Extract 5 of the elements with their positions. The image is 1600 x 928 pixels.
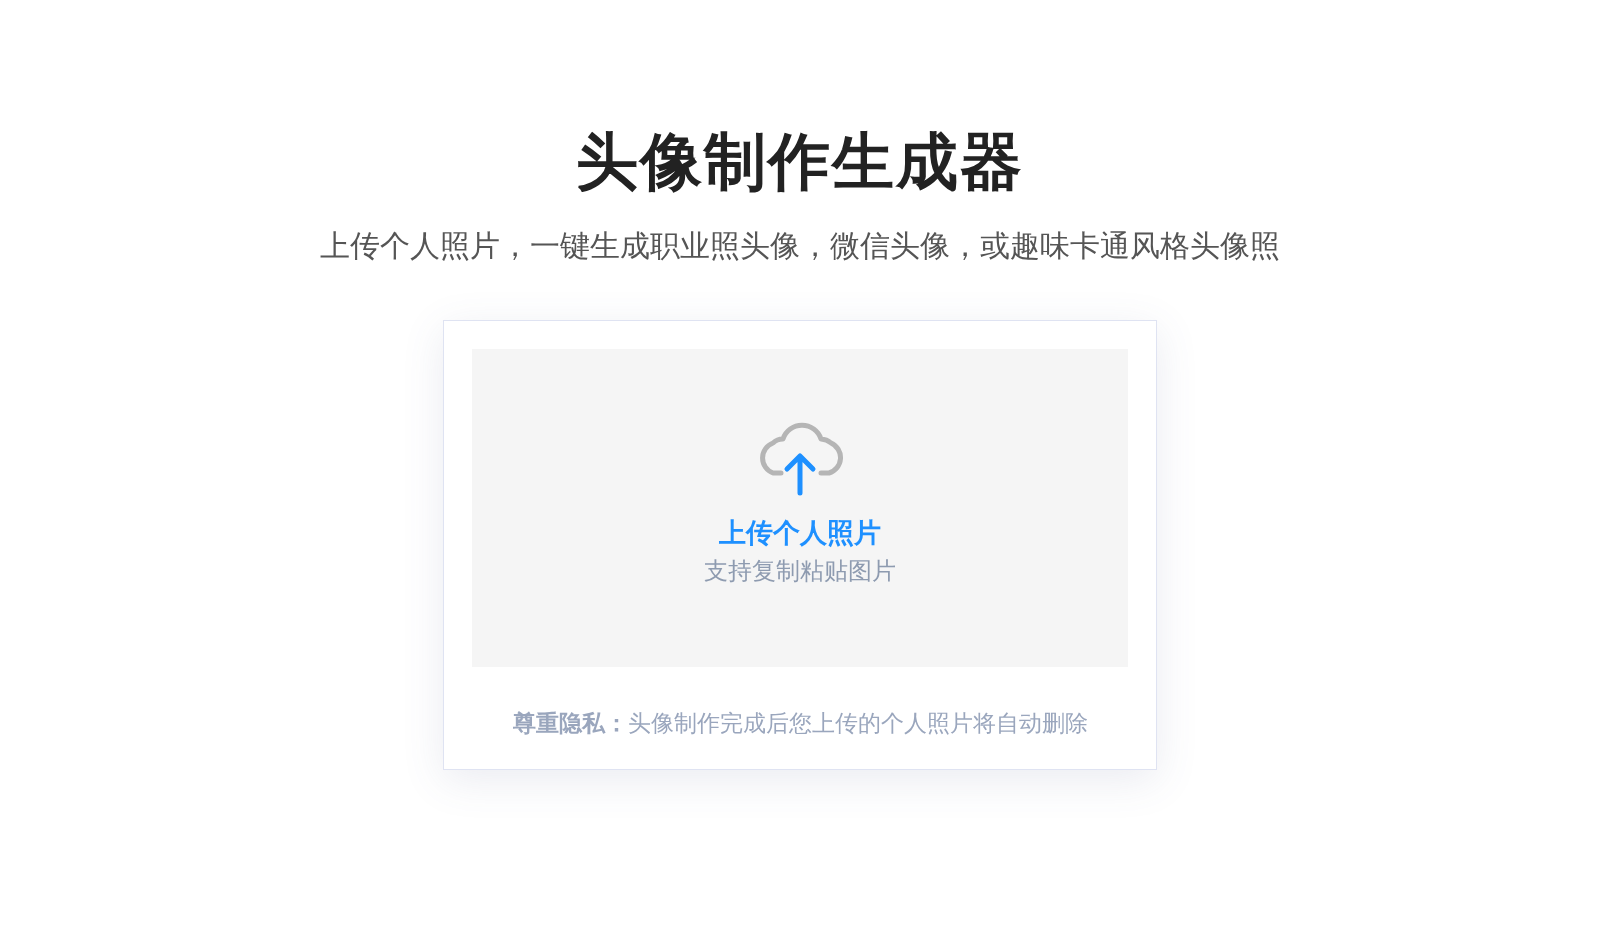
page-subtitle: 上传个人照片，一键生成职业照头像，微信头像，或趣味卡通风格头像照 xyxy=(320,228,1280,264)
upload-hint: 支持复制粘贴图片 xyxy=(704,556,896,586)
upload-area[interactable]: 上传个人照片 支持复制粘贴图片 xyxy=(472,349,1128,667)
privacy-note: 尊重隐私：头像制作完成后您上传的个人照片将自动删除 xyxy=(512,709,1088,738)
page-title: 头像制作生成器 xyxy=(576,126,1024,198)
